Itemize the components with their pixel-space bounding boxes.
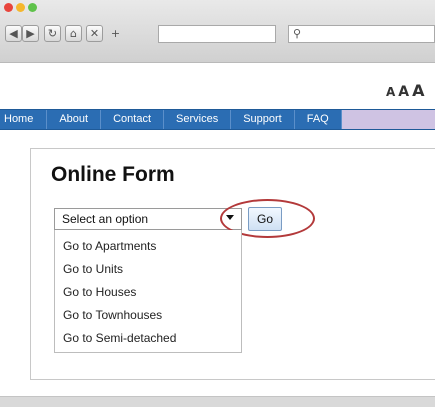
form-title: Online Form xyxy=(51,163,175,186)
status-bar xyxy=(0,396,435,407)
minimize-window-button[interactable] xyxy=(16,3,25,12)
zoom-window-button[interactable] xyxy=(28,3,37,12)
home-button[interactable]: ⌂ xyxy=(65,25,82,42)
forward-icon: ▶ xyxy=(26,27,35,40)
reload-button[interactable]: ↻ xyxy=(44,25,61,42)
stop-icon: ✕ xyxy=(89,27,100,40)
forward-button[interactable]: ▶ xyxy=(22,25,39,42)
new-tab-button[interactable]: + xyxy=(107,25,124,42)
option-units[interactable]: Go to Units xyxy=(55,258,241,281)
search-icon: ⚲ xyxy=(293,27,302,40)
reload-icon: ↻ xyxy=(47,27,58,40)
browser-toolbar: ◀ ▶ ↻ ⌂ ✕ + ⚲ xyxy=(0,0,435,63)
nav-support[interactable]: Support xyxy=(231,110,295,129)
back-button[interactable]: ◀ xyxy=(5,25,22,42)
search-field[interactable]: ⚲ xyxy=(288,25,435,43)
nav-faq[interactable]: FAQ xyxy=(295,110,342,129)
nav-spacer xyxy=(341,110,435,129)
home-icon: ⌂ xyxy=(70,27,77,40)
option-apartments[interactable]: Go to Apartments xyxy=(55,235,241,258)
text-size-controls: AAA xyxy=(386,81,428,100)
plus-icon: + xyxy=(110,27,121,40)
option-townhouses[interactable]: Go to Townhouses xyxy=(55,304,241,327)
nav-about[interactable]: About xyxy=(47,110,102,129)
text-size-large[interactable]: A xyxy=(412,81,424,100)
nav-contact[interactable]: Contact xyxy=(101,110,165,129)
go-button[interactable]: Go xyxy=(248,207,282,231)
back-icon: ◀ xyxy=(9,27,18,40)
address-bar[interactable] xyxy=(158,25,276,43)
close-window-button[interactable] xyxy=(4,3,13,12)
window-controls xyxy=(4,3,37,12)
main-nav: Home About Contact Services Support FAQ xyxy=(0,109,435,130)
option-semi-detached[interactable]: Go to Semi-detached xyxy=(55,327,241,350)
option-select[interactable]: Select an option xyxy=(54,208,242,230)
nav-home[interactable]: Home xyxy=(0,110,48,129)
text-size-medium[interactable]: A xyxy=(398,84,409,100)
text-size-small[interactable]: A xyxy=(386,85,395,99)
nav-services[interactable]: Services xyxy=(164,110,232,129)
option-houses[interactable]: Go to Houses xyxy=(55,281,241,304)
dropdown-list: Go to Apartments Go to Units Go to House… xyxy=(54,230,242,353)
stop-button[interactable]: ✕ xyxy=(86,25,103,42)
dropdown-arrow-icon[interactable] xyxy=(226,215,234,220)
